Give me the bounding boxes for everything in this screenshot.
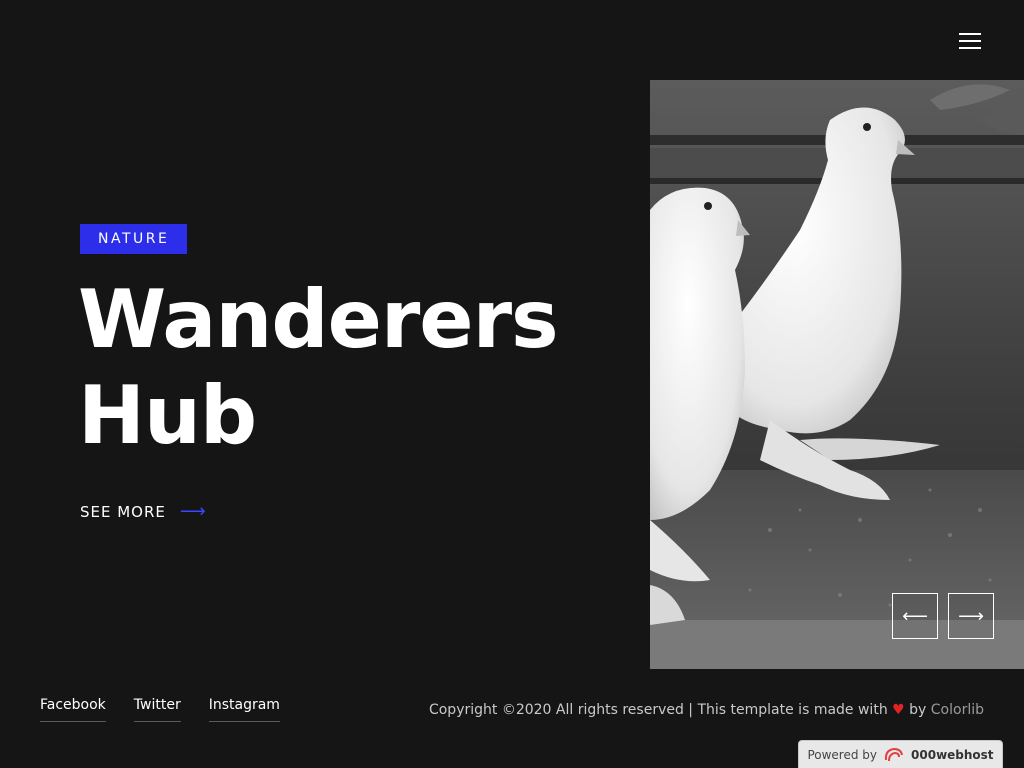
see-more-label: SEE MORE <box>80 503 166 521</box>
hero-image <box>650 80 1024 669</box>
arrow-right-icon: ⟶ <box>179 501 207 522</box>
pigeons-photo <box>650 80 1024 669</box>
arrow-left-icon: ⟵ <box>902 605 928 627</box>
heart-icon: ♥ <box>892 702 905 718</box>
social-link-facebook[interactable]: Facebook <box>40 697 106 722</box>
hero-title-line-2: Hub <box>78 369 257 462</box>
hero-title-line-1: Wanderers <box>78 273 559 366</box>
copyright-label: Copyright ©2020 All rights reserved | Th… <box>428 702 888 718</box>
colorlib-link[interactable]: Colorlib <box>931 702 984 718</box>
by-label: by <box>909 702 927 718</box>
menu-line <box>959 47 981 49</box>
see-more-link[interactable]: SEE MORE ⟶ <box>80 500 207 524</box>
social-links: Facebook Twitter Instagram <box>40 697 280 722</box>
powered-by-label: Powered by <box>807 748 878 762</box>
copyright-text: Copyright ©2020 All rights reserved | Th… <box>429 702 984 718</box>
slider-next-button[interactable]: ⟶ <box>948 593 994 639</box>
powered-by-brand: 000webhost <box>911 748 994 762</box>
powered-by-badge[interactable]: Powered by 000webhost <box>798 740 1003 768</box>
arrow-right-icon: ⟶ <box>958 605 984 627</box>
social-link-twitter[interactable]: Twitter <box>133 697 181 722</box>
menu-line <box>959 40 981 42</box>
hero-title: Wanderers Hub <box>78 272 638 464</box>
webhost-logo-icon <box>884 747 904 762</box>
social-link-instagram[interactable]: Instagram <box>208 697 280 722</box>
menu-line <box>959 33 981 35</box>
hamburger-menu-icon[interactable] <box>956 30 984 52</box>
slider-prev-button[interactable]: ⟵ <box>892 593 938 639</box>
category-badge[interactable]: NATURE <box>80 224 188 254</box>
